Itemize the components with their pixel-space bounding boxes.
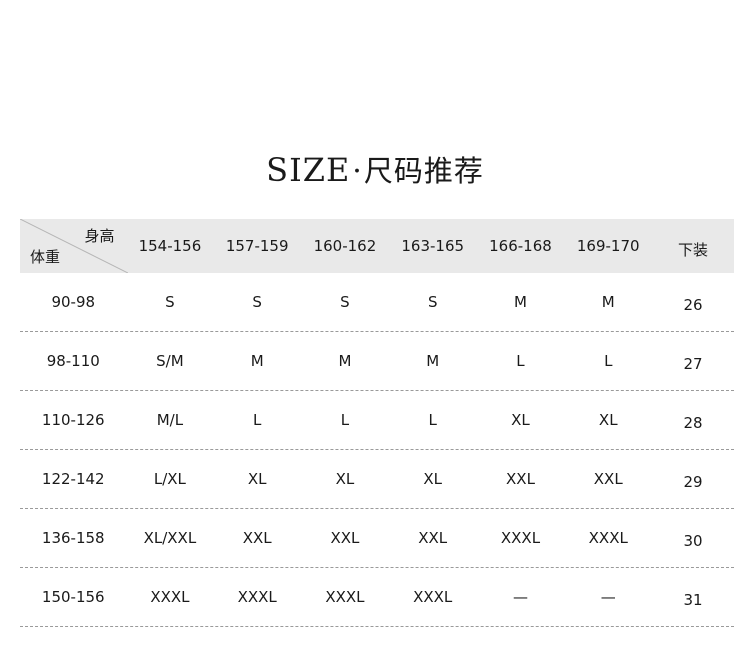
size-cell: XXL [242,529,272,547]
size-cell: XXXL [500,529,541,547]
col-header: 166-168 [489,237,552,255]
bottoms-size-cell: 29 [683,473,703,491]
size-cell: XL [511,411,530,429]
bottoms-size-cell: 31 [683,591,703,609]
size-cell: XXXL [413,588,453,606]
col-header: 154-156 [138,237,202,255]
size-cell: M [426,352,440,370]
bottoms-size-cell: 26 [683,296,703,314]
corner-cell: 身高 体重 [20,219,128,273]
row-weight: 136-158 [41,529,105,547]
size-cell: S [252,293,262,311]
size-cell: M/L [156,411,184,429]
col-header-bottoms: 下装 [678,240,709,259]
size-cell: L [253,411,262,429]
size-cell: XXL [418,529,448,547]
size-cell: XXL [506,470,535,488]
table-row: 110-126 M/L L L L XL XL 28 [20,391,734,450]
size-cell: XXXL [150,588,190,606]
bottoms-size-cell: 27 [683,355,703,373]
size-cell: XXXL [588,529,628,547]
table-row: 122-142 L/XL XL XL XL XXL XXL 29 [20,450,734,509]
size-cell: XL [335,470,355,488]
size-cell: XXXL [237,588,277,606]
size-cell: L/XL [153,470,186,488]
size-cell: S [340,293,350,311]
title-cn: 尺码推荐 [363,154,484,188]
size-cell: M [514,293,527,311]
row-weight: 98-110 [46,352,100,370]
table-header: 身高 体重 154-156 157-159 160-162 163-165 16… [20,219,734,273]
size-cell: M [601,293,615,311]
table-row: 98-110 S/M M M M L L 27 [20,332,734,391]
size-cell: XL [247,470,267,488]
col-header: 163-165 [401,237,465,255]
size-cell: — [600,588,616,606]
size-cell: S/M [156,352,184,370]
col-header: 160-162 [313,237,377,255]
size-cell: L [340,411,350,429]
size-cell: L [604,352,613,370]
bottoms-size-cell: 30 [683,532,703,550]
size-cell: XXL [593,470,623,488]
bottoms-size-cell: 28 [683,414,703,432]
title-separator: · [352,154,362,189]
size-cell: XL/XXL [143,529,197,547]
size-cell: XL [598,411,618,429]
size-cell: XL [423,470,443,488]
height-label: 身高 [84,227,115,245]
size-table: 身高 体重 154-156 157-159 160-162 163-165 16… [20,219,734,627]
size-cell: M [338,352,352,370]
row-weight: 122-142 [41,470,105,488]
size-cell: XXL [330,529,360,547]
col-header: 157-159 [225,237,289,255]
row-weight: 110-126 [41,411,105,429]
row-weight: 90-98 [51,293,96,311]
size-cell: — [512,588,528,606]
size-cell: S [165,293,175,311]
size-cell: S [427,293,438,311]
table-row: 136-158 XL/XXL XXL XXL XXL XXXL XXXL 30 [20,509,734,568]
col-header: 169-170 [576,237,640,255]
size-cell: XXXL [325,588,365,606]
size-cell: L [428,411,437,429]
row-weight: 150-156 [41,588,105,606]
size-cell: M [250,352,264,370]
table-row: 150-156 XXXL XXXL XXXL XXXL — — 31 [20,568,734,627]
size-cell: L [516,352,525,370]
table-row: 90-98 S S S S M M 26 [20,273,734,332]
title-en: SIZE [266,151,351,189]
page-title: SIZE·尺码推荐 [0,150,750,192]
weight-label: 体重 [30,248,61,266]
